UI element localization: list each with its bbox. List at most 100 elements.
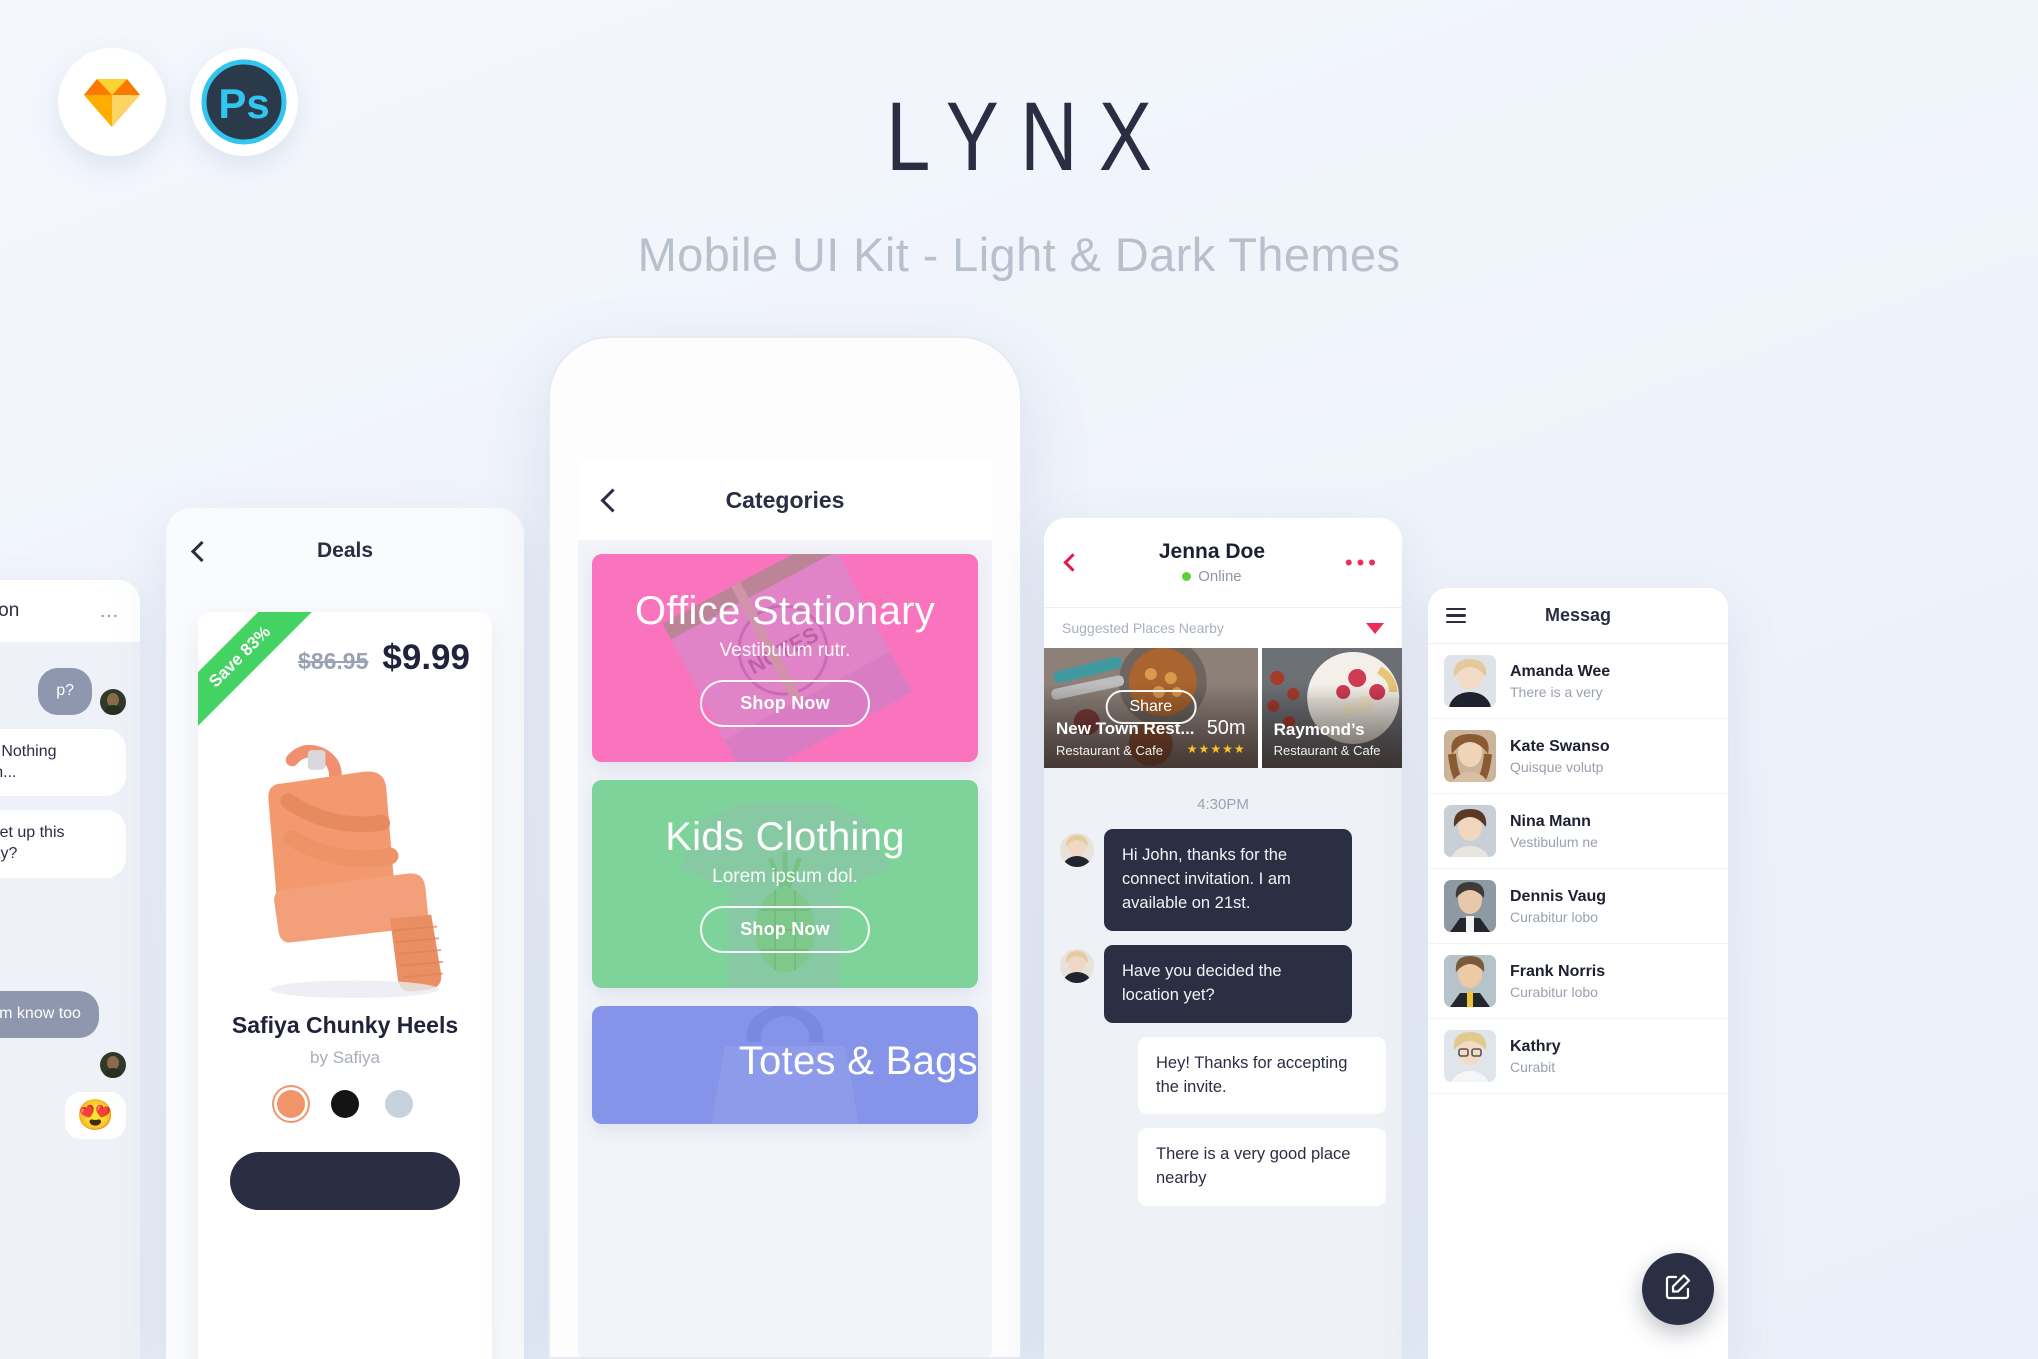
category-subtitle: Lorem ipsum dol. (712, 865, 858, 887)
product-name: Safiya Chunky Heels (231, 1012, 459, 1038)
list-item (0, 1051, 126, 1078)
chat-message-outgoing: There is a very good place nearby (1060, 1128, 1386, 1207)
contact-name: Nina Mann (1510, 812, 1591, 830)
table-row[interactable]: Kate Swanso Quisque volutp (1428, 719, 1728, 794)
chat-thread: 4:30PM Hi John, thanks for the connect i… (1044, 768, 1402, 1207)
contact-name: Kate Swanso (1510, 737, 1610, 755)
avatar (1444, 955, 1496, 1007)
place-card[interactable]: Share New Town Rest... 50m Restaurant & … (1044, 648, 1258, 768)
chat-bubble: d let him know too (0, 990, 99, 1038)
deal-product-card[interactable]: Save 83% $86.95 $9.99 Safiya Chunky Heel… (198, 612, 492, 1359)
more-horizontal-icon[interactable]: … (99, 600, 122, 623)
left-chat-messages: p? Hey! Nothing much... e meet up this F… (0, 642, 140, 1139)
brand-block: LYNX Mobile UI Kit - Light & Dark Themes (0, 88, 2038, 282)
contact-name: Frank Norris (1510, 962, 1606, 980)
category-subtitle: Vestibulum rutr. (719, 639, 851, 661)
compose-button[interactable] (1642, 1253, 1714, 1325)
list-item: Hey! Nothing much... (0, 728, 126, 797)
chat-bubble: Have you decided the location yet? (1104, 944, 1352, 1023)
avatar (1444, 880, 1496, 932)
phone-top-bezel (550, 338, 1020, 458)
hamburger-icon[interactable] (1446, 607, 1466, 624)
shop-now-button[interactable]: Shop Now (700, 905, 870, 953)
avatar (1444, 730, 1496, 782)
phone-messages-list: Messag Amanda Wee There is a very Kate S… (1428, 588, 1728, 1359)
avatar (1444, 655, 1496, 707)
compose-icon (1663, 1272, 1693, 1307)
product-image (198, 704, 492, 1004)
list-item: p? (0, 668, 126, 715)
avatar (100, 688, 126, 715)
phone-left-chat: rge Dixon … p? Hey! Nothing much... e me… (0, 580, 140, 1359)
suggested-places-label: Suggested Places Nearby (1062, 620, 1224, 636)
suggested-places-bar[interactable]: Suggested Places Nearby (1044, 608, 1402, 648)
poster-canvas: Ps LYNX Mobile UI Kit - Light & Dark The… (0, 0, 2038, 1359)
place-subtitle: Restaurant & Cafe (1056, 743, 1163, 758)
contact-name: Dennis Vaug (1510, 887, 1607, 905)
place-card[interactable]: Raymond’s Restaurant & Cafe (1261, 648, 1402, 768)
category-title: Office Stationary (634, 588, 936, 633)
suggested-places-list: Share New Town Rest... 50m Restaurant & … (1044, 648, 1402, 768)
phone-jenna-chat: Jenna Doe Online ••• Suggested Places Ne… (1044, 518, 1402, 1359)
message-preview: Curabitur lobo (1510, 983, 1598, 1000)
category-card-totes-bags[interactable]: Totes & Bags (592, 1006, 978, 1124)
chat-bubble: p? (38, 668, 92, 715)
chat-message-incoming: Have you decided the location yet? (1060, 944, 1386, 1023)
category-card-office-stationary[interactable]: NOTES Office Stationary Vestibulum rutr.… (592, 554, 978, 762)
message-preview: Curabit (1510, 1058, 1556, 1075)
chat-bubble: Hi John, thanks for the connect invitati… (1104, 829, 1352, 931)
avatar (100, 1051, 126, 1078)
chat-message-incoming: Hi John, thanks for the connect invitati… (1060, 829, 1386, 931)
page-title: LYNX (886, 82, 1174, 191)
add-to-cart-button[interactable] (230, 1152, 460, 1210)
deals-title: Deals (316, 539, 374, 562)
message-preview: Quisque volutp (1510, 758, 1604, 775)
categories-navbar: Categories (578, 460, 992, 540)
category-card-kids-clothing[interactable]: Kids Clothing Lorem ipsum dol. Shop Now (592, 780, 978, 988)
contact-name: Kathry (1510, 1037, 1561, 1055)
table-row[interactable]: Frank Norris Curabitur lobo (1428, 944, 1728, 1019)
emoji-reaction: 😍 (64, 1091, 126, 1139)
swatch-lightblue[interactable] (385, 1090, 413, 1118)
more-horizontal-icon[interactable]: ••• (1345, 551, 1380, 574)
chat-bubble: e meet up this Friday? (0, 810, 126, 878)
product-brand: by Safiya (310, 1048, 380, 1067)
table-row[interactable]: Kathry Curabit (1428, 1019, 1728, 1094)
caret-down-icon[interactable] (1366, 622, 1384, 634)
page-subtitle: Mobile UI Kit - Light & Dark Themes (637, 228, 1401, 281)
message-preview: There is a very (1510, 683, 1603, 700)
place-distance: 50m (1206, 717, 1246, 739)
shop-now-button[interactable]: Shop Now (700, 679, 870, 727)
deals-navbar: Deals (166, 508, 524, 594)
table-row[interactable]: Dennis Vaug Curabitur lobo (1428, 869, 1728, 944)
status-badge: Online (1079, 568, 1345, 585)
chat-contact-name: Jenna Doe (1158, 540, 1266, 563)
categories-screen: Categories NOTES (578, 460, 992, 1357)
swatch-black[interactable] (331, 1090, 359, 1118)
swatch-orange[interactable] (277, 1090, 305, 1118)
list-item: e meet up this Friday? (0, 810, 126, 878)
avatar (1444, 805, 1496, 857)
price-original: $86.95 (298, 648, 369, 674)
table-row[interactable]: Amanda Wee There is a very (1428, 644, 1728, 719)
share-button[interactable]: Share (1105, 690, 1197, 724)
messages-navbar: Messag (1428, 588, 1728, 644)
message-preview: Curabitur lobo (1510, 908, 1598, 925)
place-subtitle: Restaurant & Cafe (1273, 743, 1381, 758)
chat-bubble: Hey! Thanks for accepting the invite. (1138, 1036, 1386, 1115)
chat-bubble: Hey! Nothing much... (0, 728, 126, 797)
chat-bubble: There is a very good place nearby (1138, 1128, 1386, 1207)
list-item: d let him know too (0, 990, 126, 1038)
place-rating: ★★★★★ (1186, 742, 1246, 756)
left-chat-navbar: rge Dixon … (0, 580, 140, 642)
online-dot-icon (1182, 572, 1192, 581)
category-title: Totes & Bags (738, 1039, 978, 1083)
jenna-navbar: Jenna Doe Online ••• (1044, 518, 1402, 608)
table-row[interactable]: Nina Mann Vestibulum ne (1428, 794, 1728, 869)
category-title: Kids Clothing (665, 814, 905, 859)
chat-message-outgoing: Hey! Thanks for accepting the invite. (1060, 1036, 1386, 1115)
contact-name: Amanda Wee (1510, 662, 1611, 680)
avatar (1444, 1030, 1496, 1082)
categories-list: NOTES Office Stationary Vestibulum rutr.… (578, 540, 992, 1124)
place-title: Raymond’s (1273, 720, 1365, 739)
